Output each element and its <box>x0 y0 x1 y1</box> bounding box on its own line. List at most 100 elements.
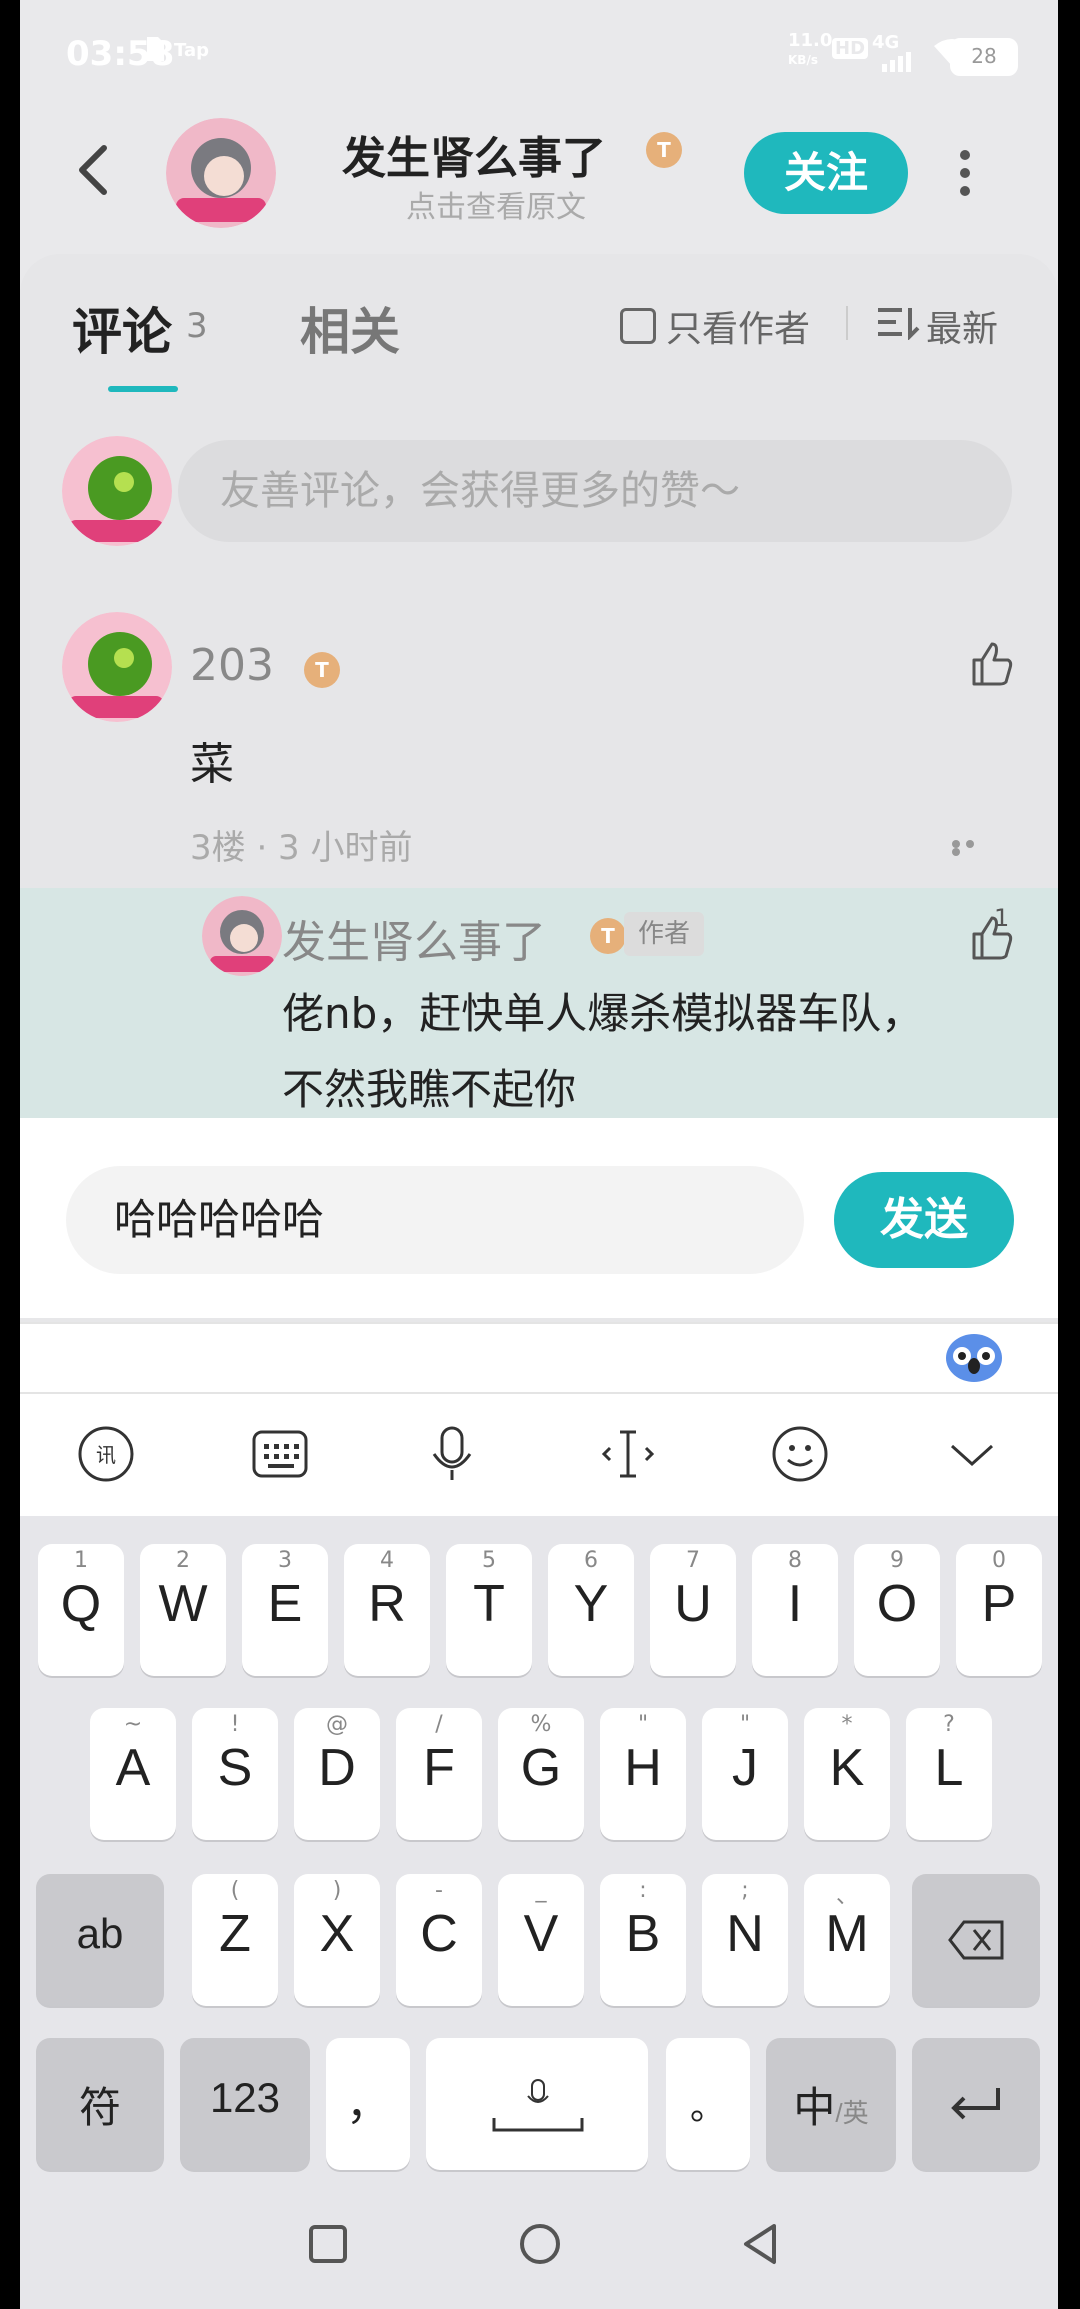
key-sublabel: ; <box>741 1878 749 1903</box>
key-label: 123 <box>209 2074 281 2121</box>
reply-avatar[interactable] <box>202 896 282 976</box>
commenter-avatar[interactable] <box>62 612 172 722</box>
key-p[interactable]: 0P <box>956 1544 1042 1676</box>
space-mic-icon <box>490 2078 586 2142</box>
view-original-link[interactable]: 点击查看原文 <box>406 182 586 226</box>
key-sublabel: _ <box>535 1878 547 1903</box>
screen: 03:58 Tap 11.0 KB/s HD 4G 28 发生肾么事了 T 点击查… <box>20 0 1058 2309</box>
tab-active-indicator <box>108 386 178 392</box>
key-k[interactable]: * K <box>804 1708 890 1840</box>
microphone-icon[interactable] <box>422 1424 482 1484</box>
key-j[interactable]: " J <box>702 1708 788 1840</box>
key-sublabel: 7 <box>686 1548 700 1573</box>
like-icon[interactable] <box>968 640 1016 692</box>
key-i[interactable]: 8I <box>752 1544 838 1676</box>
key-w[interactable]: 2W <box>140 1544 226 1676</box>
key-123[interactable]: 123 <box>180 2038 310 2170</box>
key-c[interactable]: -C <box>396 1874 482 2006</box>
home-icon[interactable] <box>518 2222 562 2270</box>
voice-input-icon[interactable]: 讯 <box>76 1424 136 1484</box>
key-l[interactable]: ? L <box>906 1708 992 1840</box>
key-label: N <box>726 1905 764 1963</box>
key-t[interactable]: 5T <box>446 1544 532 1676</box>
sort-label[interactable]: 最新 <box>926 300 998 352</box>
reply-username[interactable]: 发生肾么事了 <box>282 906 546 970</box>
key-symbols[interactable]: 符 <box>36 2038 164 2170</box>
comment-more-icon[interactable] <box>952 840 992 856</box>
more-options-icon[interactable] <box>960 150 972 196</box>
key-comma[interactable]: ， <box>326 2038 410 2170</box>
key-backspace[interactable] <box>912 1874 1040 2006</box>
key-e[interactable]: 3E <box>242 1544 328 1676</box>
key-a[interactable]: ~ A <box>90 1708 176 1840</box>
key-g[interactable]: % G <box>498 1708 584 1840</box>
reply-text-line2: 不然我瞧不起你 <box>282 1065 577 1114</box>
keyboard-layout-icon[interactable] <box>250 1424 310 1484</box>
key-label: L <box>934 1739 964 1797</box>
key-q[interactable]: 1Q <box>38 1544 124 1676</box>
key-sublabel: * <box>841 1712 853 1737</box>
tab-related[interactable]: 相关 <box>300 292 400 364</box>
page-title: 发生肾么事了 <box>342 133 606 184</box>
comment-input[interactable]: 友善评论，会获得更多的赞～ <box>178 440 1012 542</box>
key-label: O <box>876 1575 918 1633</box>
key-period[interactable]: 。 <box>666 2038 750 2170</box>
key-label: U <box>674 1575 712 1633</box>
collapse-keyboard-icon[interactable] <box>942 1424 1002 1484</box>
key-s[interactable]: ! S <box>192 1708 278 1840</box>
reply-input[interactable]: 哈哈哈哈哈 <box>66 1166 804 1274</box>
comment-meta: 3楼 · 3 小时前 <box>190 828 413 868</box>
key-space[interactable] <box>426 2038 648 2170</box>
key-label: X <box>319 1905 355 1963</box>
key-u[interactable]: 7U <box>650 1544 736 1676</box>
key-v[interactable]: _ V <box>498 1874 584 2006</box>
only-author-label[interactable]: 只看作者 <box>666 300 810 352</box>
emoji-icon[interactable] <box>770 1424 830 1484</box>
mascot-icon[interactable] <box>944 1328 1004 1388</box>
key-n[interactable]: ; N <box>702 1874 788 2006</box>
key-sublabel: 9 <box>890 1548 904 1573</box>
key-label: Y <box>573 1575 609 1633</box>
key-r[interactable]: 4R <box>344 1544 430 1676</box>
key-sublabel: % <box>530 1712 552 1737</box>
sort-icon[interactable] <box>878 306 920 344</box>
key-label: J <box>732 1739 758 1797</box>
key-label: Z <box>219 1905 251 1963</box>
key-label: S <box>217 1739 253 1797</box>
key-sublabel: / <box>435 1712 443 1737</box>
key-m[interactable]: 、 M <box>804 1874 890 2006</box>
author-tag: 作者 <box>624 912 704 956</box>
key-enter[interactable] <box>912 2038 1040 2170</box>
key-z[interactable]: (Z <box>192 1874 278 2006</box>
send-button[interactable]: 发送 <box>834 1172 1014 1268</box>
key-f[interactable]: / F <box>396 1708 482 1840</box>
only-author-checkbox[interactable] <box>620 308 656 344</box>
key-d[interactable]: @ D <box>294 1708 380 1840</box>
key-x[interactable]: ) X <box>294 1874 380 2006</box>
key-label: B <box>625 1905 661 1963</box>
tab-comments[interactable]: 评论 <box>72 292 172 364</box>
key-sublabel: 1 <box>74 1548 88 1573</box>
signal-icon <box>880 48 920 78</box>
back-nav-icon[interactable] <box>740 2222 780 2270</box>
key-label: D <box>318 1739 356 1797</box>
key-ab[interactable]: ab <box>36 1874 164 2006</box>
author-avatar[interactable] <box>166 118 276 228</box>
level-badge: T <box>304 652 340 688</box>
key-language[interactable]: 中/英 <box>766 2038 896 2170</box>
cursor-move-icon[interactable] <box>598 1424 658 1484</box>
key-h[interactable]: " H <box>600 1708 686 1840</box>
recents-icon[interactable] <box>308 2224 348 2268</box>
key-b[interactable]: :B <box>600 1874 686 2006</box>
comment-username[interactable]: 203 <box>190 640 274 691</box>
key-label: W <box>158 1575 208 1633</box>
key-label: A <box>115 1739 151 1797</box>
key-o[interactable]: 9O <box>854 1544 940 1676</box>
key-sublabel: " <box>739 1712 751 1737</box>
back-button[interactable] <box>74 140 114 200</box>
key-label: P <box>981 1575 1017 1633</box>
status-bar: 03:58 Tap 11.0 KB/s HD 4G 28 <box>20 0 1058 110</box>
key-sublabel: : <box>639 1878 647 1903</box>
key-y[interactable]: 6Y <box>548 1544 634 1676</box>
follow-button[interactable]: 关注 <box>744 132 908 214</box>
